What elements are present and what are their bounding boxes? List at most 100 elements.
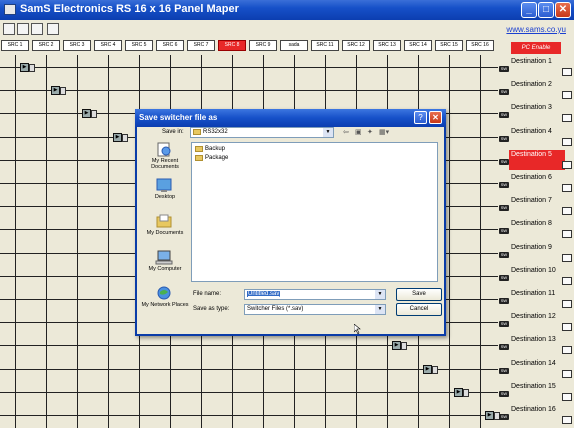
destination-link-icon[interactable] (562, 114, 572, 122)
source-button[interactable]: SRC 11 (311, 40, 339, 51)
view-menu-icon[interactable]: ▦▾ (379, 128, 389, 137)
destination-link-icon[interactable] (562, 416, 572, 424)
destination-link-icon[interactable] (562, 138, 572, 146)
source-button[interactable]: SRC 6 (156, 40, 184, 51)
open-icon[interactable] (31, 23, 43, 35)
switch-icon[interactable]: SW (499, 159, 509, 165)
crosspoint-switch-icon[interactable]: ▶ (113, 133, 128, 144)
switch-icon[interactable]: SW (499, 182, 509, 188)
source-button[interactable]: SRC 3 (63, 40, 91, 51)
switch-icon[interactable]: SW (499, 112, 509, 118)
destination-label[interactable]: Destination 11 (509, 289, 565, 309)
switch-icon[interactable]: SW (499, 368, 509, 374)
crosspoint-switch-icon[interactable]: ▶ (423, 365, 438, 376)
destination-link-icon[interactable] (562, 346, 572, 354)
new-folder-icon[interactable]: ✦ (367, 128, 373, 137)
destination-link-icon[interactable] (562, 300, 572, 308)
crosspoint-switch-icon[interactable]: ▶ (51, 86, 66, 97)
place-desktop[interactable]: Desktop (141, 178, 189, 218)
destination-link-icon[interactable] (562, 91, 572, 99)
destination-link-icon[interactable] (562, 161, 572, 169)
print-icon[interactable] (47, 23, 59, 35)
destination-label[interactable]: Destination 6 (509, 173, 565, 193)
maximize-button[interactable]: □ (538, 2, 554, 18)
switch-icon[interactable]: SW (499, 298, 509, 304)
destination-label[interactable]: Destination 3 (509, 103, 565, 123)
source-button[interactable]: SRC 4 (94, 40, 122, 51)
destination-link-icon[interactable] (562, 370, 572, 378)
destination-link-icon[interactable] (562, 184, 572, 192)
destination-label[interactable]: Destination 10 (509, 266, 565, 286)
destination-link-icon[interactable] (562, 254, 572, 262)
source-button[interactable]: SRC 14 (404, 40, 432, 51)
source-button[interactable]: SRC 9 (249, 40, 277, 51)
pc-enable-button[interactable]: PC Enable (511, 42, 561, 54)
source-button[interactable]: SRC 2 (32, 40, 60, 51)
destination-link-icon[interactable] (562, 230, 572, 238)
destination-link-icon[interactable] (562, 207, 572, 215)
switch-icon[interactable]: SW (499, 228, 509, 234)
place-recent[interactable]: My Recent Documents (141, 142, 189, 182)
switch-icon[interactable]: SW (499, 89, 509, 95)
source-button[interactable]: SRC 8 (218, 40, 246, 51)
save-icon[interactable] (17, 23, 29, 35)
source-button[interactable]: SRC 12 (342, 40, 370, 51)
close-button[interactable]: ✕ (555, 2, 571, 18)
switch-icon[interactable]: SW (499, 344, 509, 350)
minimize-button[interactable]: _ (521, 2, 537, 18)
new-file-icon[interactable] (3, 23, 15, 35)
destination-label[interactable]: Destination 14 (509, 359, 565, 379)
dialog-close-button[interactable]: ✕ (429, 111, 442, 124)
place-computer[interactable]: My Computer (141, 250, 189, 290)
list-item[interactable]: Package (195, 154, 228, 163)
destination-link-icon[interactable] (562, 277, 572, 285)
destination-label[interactable]: Destination 12 (509, 312, 565, 332)
source-button[interactable]: sada (280, 40, 308, 51)
switch-icon[interactable]: SW (499, 391, 509, 397)
destination-label[interactable]: Destination 4 (509, 127, 565, 147)
crosspoint-switch-icon[interactable]: ▶ (485, 411, 500, 422)
destination-label[interactable]: Destination 9 (509, 243, 565, 263)
save-button[interactable]: Save (396, 288, 442, 301)
destination-label[interactable]: Destination 16 (509, 405, 565, 425)
source-button[interactable]: SRC 13 (373, 40, 401, 51)
destination-link-icon[interactable] (562, 393, 572, 401)
crosspoint-switch-icon[interactable]: ▶ (82, 109, 97, 120)
file-name-input[interactable]: Untitled.sav ▼ (244, 289, 386, 300)
switch-icon[interactable]: SW (499, 252, 509, 258)
switch-icon[interactable]: SW (499, 275, 509, 281)
switch-icon[interactable]: SW (499, 66, 509, 72)
help-icon[interactable]: ? (414, 111, 427, 124)
switch-icon[interactable]: SW (499, 321, 509, 327)
crosspoint-switch-icon[interactable]: ▶ (454, 388, 469, 399)
back-icon[interactable]: ⇦ (343, 128, 349, 137)
switch-icon[interactable]: SW (499, 136, 509, 142)
destination-label[interactable]: Destination 15 (509, 382, 565, 402)
destination-link-icon[interactable] (562, 68, 572, 76)
source-button[interactable]: SRC 1 (1, 40, 29, 51)
source-button[interactable]: SRC 5 (125, 40, 153, 51)
cancel-button[interactable]: Cancel (396, 303, 442, 316)
source-button[interactable]: SRC 7 (187, 40, 215, 51)
destination-label[interactable]: Destination 7 (509, 196, 565, 216)
switch-icon[interactable]: SW (499, 414, 509, 420)
save-type-select[interactable]: Switcher Files (*.sav) ▼ (244, 304, 386, 315)
destination-link-icon[interactable] (562, 323, 572, 331)
place-documents[interactable]: My Documents (141, 214, 189, 254)
switch-icon[interactable]: SW (499, 205, 509, 211)
destination-label[interactable]: Destination 13 (509, 335, 565, 355)
destination-label[interactable]: Destination 5 (509, 150, 565, 170)
crosspoint-switch-icon[interactable]: ▶ (392, 341, 407, 352)
up-folder-icon[interactable]: ▣ (355, 128, 362, 137)
crosspoint-switch-icon[interactable]: ▶ (20, 63, 35, 74)
save-in-dropdown[interactable]: RS32x32 ▼ (190, 127, 334, 138)
source-button[interactable]: SRC 16 (466, 40, 494, 51)
destination-label[interactable]: Destination 2 (509, 80, 565, 100)
destination-label[interactable]: Destination 8 (509, 219, 565, 239)
source-button[interactable]: SRC 15 (435, 40, 463, 51)
destination-label[interactable]: Destination 1 (509, 57, 565, 77)
website-link[interactable]: www.sams.co.yu (506, 25, 566, 34)
place-network[interactable]: My Network Places (141, 286, 189, 326)
file-list[interactable]: Backup Package (191, 142, 438, 282)
list-item[interactable]: Backup (195, 145, 225, 154)
